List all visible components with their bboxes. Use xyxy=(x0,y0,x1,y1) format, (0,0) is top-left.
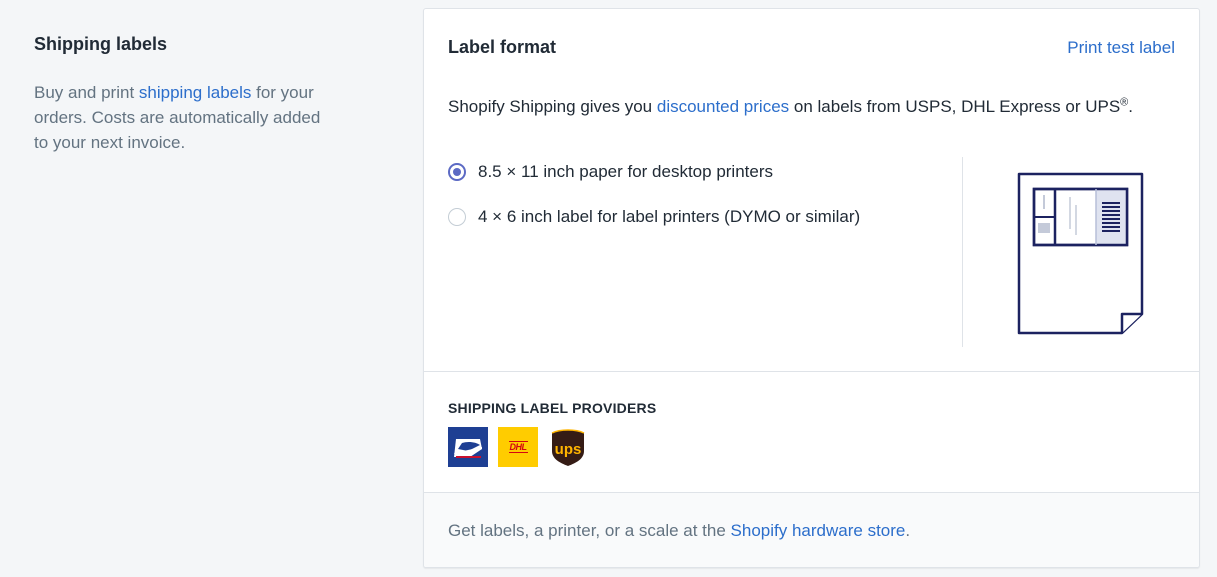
intro-text: Shopify Shipping gives you discounted pr… xyxy=(448,95,1133,119)
providers-heading: SHIPPING LABEL PROVIDERS xyxy=(448,400,657,416)
shipping-labels-link[interactable]: shipping labels xyxy=(139,83,251,102)
radio-label-printer[interactable] xyxy=(448,208,466,226)
radio-desktop-paper[interactable] xyxy=(448,163,466,181)
section-title: Shipping labels xyxy=(34,34,168,54)
dhl-logo-icon: DHL xyxy=(498,427,538,467)
footer-prefix: Get labels, a printer, or a scale at the xyxy=(448,521,731,540)
card-title: Label format xyxy=(448,37,557,57)
dhl-logo-text: DHL xyxy=(508,441,528,453)
option-desktop-paper[interactable]: 8.5 × 11 inch paper for desktop printers xyxy=(448,159,860,185)
hardware-store-link[interactable]: Shopify hardware store xyxy=(731,521,906,540)
footer-suffix: . xyxy=(905,521,911,540)
vertical-divider xyxy=(962,157,963,347)
ups-logo-text: ups xyxy=(555,441,582,458)
section-divider xyxy=(424,371,1199,372)
intro-suffix: on labels from USPS, DHL Express or UPS xyxy=(789,97,1121,116)
discounted-prices-link[interactable]: discounted prices xyxy=(657,97,789,116)
usps-logo-icon xyxy=(448,427,488,467)
label-format-options: 8.5 × 11 inch paper for desktop printers… xyxy=(448,159,860,249)
ups-logo-icon: ups xyxy=(548,427,588,467)
footer-text: Get labels, a printer, or a scale at the… xyxy=(448,521,910,541)
option-label-printer[interactable]: 4 × 6 inch label for label printers (DYM… xyxy=(448,204,860,230)
annotated-section: Shipping labels Buy and print shipping l… xyxy=(34,32,334,155)
card-header: Label format Print test label xyxy=(448,37,1175,58)
intro-prefix: Shopify Shipping gives you xyxy=(448,97,657,116)
print-test-label-link[interactable]: Print test label xyxy=(1067,38,1175,58)
section-description: Buy and print shipping labels for your o… xyxy=(34,80,334,155)
option-label: 8.5 × 11 inch paper for desktop printers xyxy=(478,162,774,181)
card-footer: Get labels, a printer, or a scale at the… xyxy=(424,492,1199,567)
intro-end: . xyxy=(1128,97,1134,116)
providers-list: DHL ups xyxy=(448,427,588,467)
label-sheet-illustration xyxy=(1014,169,1144,342)
option-label: 4 × 6 inch label for label printers (DYM… xyxy=(478,207,861,226)
description-text-prefix: Buy and print xyxy=(34,83,139,102)
label-format-card: Label format Print test label Shopify Sh… xyxy=(423,8,1200,568)
